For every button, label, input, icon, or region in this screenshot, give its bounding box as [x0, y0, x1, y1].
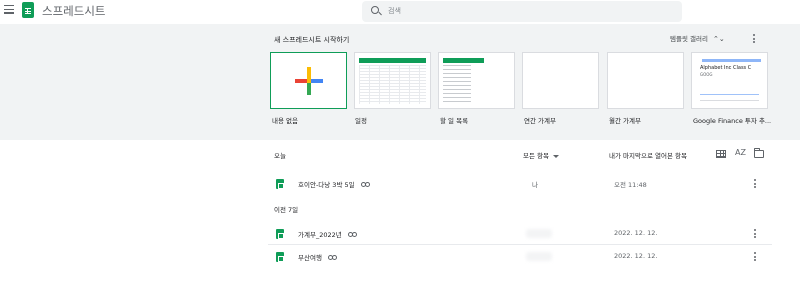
thumbnail-list	[443, 65, 471, 102]
thumbnail-title: Alphabet Inc Class C	[700, 65, 752, 71]
template-todo[interactable]	[438, 52, 515, 109]
file-owner-redacted	[526, 252, 552, 261]
app-header: 스프레드시트	[0, 0, 800, 24]
main-menu-icon[interactable]	[4, 5, 14, 15]
template-section: 새 스프레드시트 시작하기 템플릿 갤러리 ⌃⌄ 내용 없음 일정 할 일 목록 …	[0, 24, 800, 140]
file-name-wrap: 가계부_2022년	[298, 229, 357, 239]
template-schedule[interactable]	[354, 52, 431, 109]
thumbnail-grid	[359, 65, 426, 104]
file-more-icon[interactable]	[754, 179, 757, 190]
shared-icon	[360, 182, 370, 188]
thumbnail-logo	[702, 59, 761, 62]
thumbnail-subtitle: GOOG	[700, 72, 713, 77]
template-label: 일정	[355, 117, 367, 125]
file-name: 부산여행	[298, 254, 322, 262]
owner-filter-dropdown[interactable]: 모든 항목	[523, 150, 559, 160]
file-date: 2022. 12. 12.	[614, 252, 658, 260]
file-owner-redacted	[526, 229, 552, 238]
shared-icon	[327, 255, 337, 261]
thumbnail-chart	[700, 85, 759, 101]
search-icon[interactable]	[371, 6, 379, 14]
template-annual-budget[interactable]	[522, 52, 599, 109]
template-section-title: 새 스프레드시트 시작하기	[274, 36, 350, 44]
sheets-file-icon	[276, 179, 284, 189]
thumbnail-header	[359, 58, 426, 63]
app-title[interactable]: 스프레드시트	[42, 3, 105, 19]
search-bar[interactable]	[362, 1, 682, 22]
file-row[interactable]: 부산여행 2022. 12. 12.	[268, 246, 772, 268]
template-blank[interactable]	[270, 52, 347, 109]
template-monthly-budget[interactable]	[607, 52, 684, 109]
template-google-finance[interactable]: Alphabet Inc Class C GOOG	[691, 52, 768, 109]
shared-icon	[347, 232, 357, 238]
file-row[interactable]: 호이안-다낭 3박 5일 나 오전 11:48	[268, 173, 772, 195]
file-name-wrap: 호이안-다낭 3박 5일	[298, 179, 370, 189]
grid-view-icon[interactable]	[716, 150, 726, 158]
search-input[interactable]	[388, 4, 668, 18]
template-label: 내용 없음	[272, 117, 298, 125]
sort-az-icon[interactable]: AZ	[735, 148, 746, 157]
template-label: Google Finance 투자 추...	[693, 117, 772, 125]
template-gallery-label: 템플릿 갤러리	[670, 35, 708, 43]
caret-down-icon	[553, 154, 559, 158]
sheets-logo-icon[interactable]	[22, 2, 34, 18]
template-label: 할 일 목록	[440, 117, 469, 125]
plus-icon	[295, 67, 323, 95]
thumbnail-header	[443, 58, 484, 63]
file-name: 가계부_2022년	[298, 231, 342, 239]
file-more-icon[interactable]	[754, 229, 757, 240]
file-date: 오전 11:48	[614, 181, 647, 189]
earlier-heading: 이전 7일	[274, 206, 299, 214]
sort-order-label[interactable]: 내가 마지막으로 열어본 항목	[609, 150, 687, 160]
file-more-icon[interactable]	[754, 252, 757, 263]
unfold-icon: ⌃⌄	[712, 35, 725, 43]
file-owner: 나	[532, 181, 538, 189]
template-gallery-button[interactable]: 템플릿 갤러리 ⌃⌄	[670, 33, 725, 43]
file-row[interactable]: 가계부_2022년 2022. 12. 12.	[268, 223, 772, 245]
file-name-wrap: 부산여행	[298, 252, 337, 262]
sheets-file-icon	[276, 252, 284, 262]
owner-filter-label: 모든 항목	[523, 152, 549, 160]
template-label: 연간 가계부	[524, 117, 556, 125]
folder-open-icon[interactable]	[753, 148, 764, 158]
file-date: 2022. 12. 12.	[614, 229, 658, 237]
template-label: 월간 가계부	[609, 117, 641, 125]
file-name: 호이안-다낭 3박 5일	[298, 181, 355, 189]
sheets-file-icon	[276, 229, 284, 239]
template-more-icon[interactable]	[753, 34, 756, 45]
today-heading: 오늘	[274, 152, 286, 160]
